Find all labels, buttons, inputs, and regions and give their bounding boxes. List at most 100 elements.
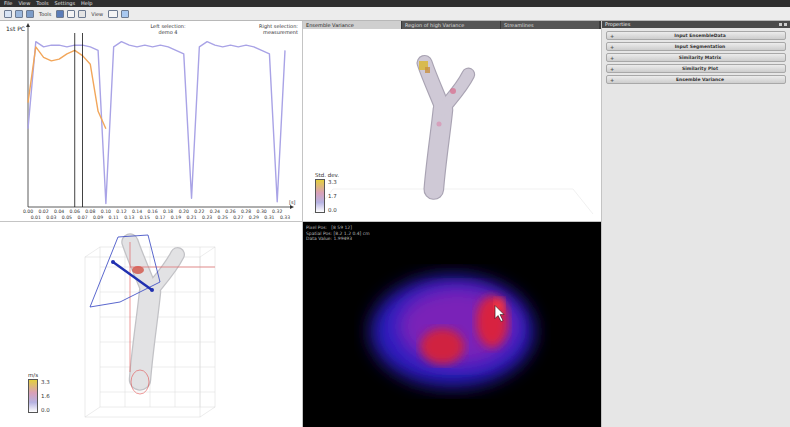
- expand-icon[interactable]: +: [610, 66, 615, 72]
- layout-icon[interactable]: [78, 10, 86, 18]
- x-tick: 0.26: [225, 209, 235, 214]
- x-tick: 0.08: [85, 209, 95, 214]
- x-tick: 0.13: [124, 215, 134, 220]
- property-section[interactable]: +Input EnsembleData: [606, 31, 786, 40]
- property-section[interactable]: +Similarity Matrix: [606, 53, 786, 62]
- y-axis-label: 1st PC: [6, 25, 25, 32]
- menu-item[interactable]: View: [18, 0, 30, 7]
- properties-header: Properties: [602, 21, 790, 28]
- right-selection-name: measurement: [263, 29, 298, 35]
- arrows-icon[interactable]: [108, 10, 118, 18]
- plane-handle[interactable]: [113, 262, 152, 290]
- info-line: Spatial Pos: [8.2 1.2 0.4] cm: [306, 231, 370, 237]
- expand-icon[interactable]: +: [610, 44, 615, 50]
- x-tick: 0.32: [272, 209, 282, 214]
- legend-tick: 1.6: [41, 393, 50, 399]
- red-ring: [131, 370, 149, 394]
- menu-item[interactable]: Settings: [55, 0, 76, 7]
- x-tick: 0.28: [241, 209, 251, 214]
- pc-chart[interactable]: 1st PCLeft selection:demo 4Right selecti…: [0, 21, 302, 221]
- x-tick: 0.03: [46, 215, 56, 220]
- red-axis: [130, 242, 131, 372]
- legend-title: Std. dev.: [315, 172, 339, 178]
- x-tick: 0.18: [163, 209, 173, 214]
- legend-title: m/s: [28, 372, 50, 378]
- expand-icon[interactable]: +: [610, 55, 615, 61]
- x-tick: 0.17: [155, 215, 165, 220]
- variance-panel: Ensemble VarianceRegion of high Variance…: [303, 21, 601, 221]
- x-tick: 0.07: [77, 215, 87, 220]
- x-tick: 0.23: [202, 215, 212, 220]
- variance-canvas[interactable]: [303, 29, 601, 221]
- cursor-icon: [495, 306, 504, 322]
- x-axis-arrow-icon: [290, 205, 294, 209]
- property-section[interactable]: +Ensemble Variance: [606, 75, 786, 84]
- new-icon[interactable]: [4, 10, 12, 18]
- x-tick: 0.06: [70, 209, 80, 214]
- toolbar: ToolsView: [0, 7, 790, 21]
- expand-icon[interactable]: +: [610, 77, 615, 83]
- x-tick: 0.16: [147, 209, 157, 214]
- property-section[interactable]: +Similarity Plot: [606, 64, 786, 73]
- legend-tick: 3.3: [41, 379, 50, 385]
- x-tick: 0.12: [116, 209, 126, 214]
- y-axis: [28, 26, 29, 207]
- x-tick: 0.31: [264, 215, 274, 220]
- view-tab[interactable]: Ensemble Variance: [303, 21, 401, 29]
- app-window: FileViewToolsSettingsHelpToolsView1st PC…: [0, 0, 790, 427]
- handle-dot-icon[interactable]: [111, 260, 115, 264]
- legend-tick: 3.3: [328, 179, 337, 185]
- x-tick: 0.02: [38, 209, 48, 214]
- close-icon[interactable]: [784, 23, 787, 26]
- vessel-model[interactable]: [425, 63, 469, 190]
- expand-icon[interactable]: +: [610, 33, 615, 39]
- view-icon[interactable]: [121, 10, 129, 18]
- legend-tick: 0.0: [41, 407, 50, 413]
- float-icon[interactable]: [779, 23, 782, 26]
- plane-outline[interactable]: [90, 235, 160, 307]
- x-tick: 0.00: [23, 209, 33, 214]
- chart-series[interactable]: [28, 47, 106, 129]
- properties-panel: Properties +Input EnsembleData +Input Segm…: [602, 21, 790, 427]
- high-variance-patch: [425, 67, 430, 73]
- save-icon[interactable]: [26, 10, 34, 18]
- open-icon[interactable]: [15, 10, 23, 18]
- menu-item[interactable]: Help: [81, 0, 92, 7]
- slice-view[interactable]: Pixel Pos: [8 59 12]Spatial Pos: [8.2 1.…: [303, 222, 601, 427]
- bounding-box: [313, 189, 593, 214]
- toolbar-label: Tools: [37, 11, 53, 17]
- heatmap[interactable]: [303, 222, 601, 427]
- color-bar: [28, 379, 38, 413]
- x-tick: 0.20: [179, 209, 189, 214]
- red-axis: [130, 267, 215, 268]
- selection-line[interactable]: [82, 33, 83, 207]
- info-line: Pixel Pos: [8 59 12]: [306, 225, 370, 231]
- x-tick: 0.15: [140, 215, 150, 220]
- x-tick: 0.09: [93, 215, 103, 220]
- view-tab[interactable]: Streamlines: [501, 21, 599, 29]
- heat-blob: [420, 328, 464, 364]
- x-tick: 0.27: [233, 215, 243, 220]
- menu-item[interactable]: Tools: [36, 0, 48, 7]
- select-icon[interactable]: [56, 10, 64, 18]
- grid-icon[interactable]: [67, 10, 75, 18]
- velocity-3d-view[interactable]: m/s3.3 1.6 0.0: [0, 222, 302, 427]
- selection-line[interactable]: [74, 33, 75, 207]
- view-tab[interactable]: Region of high Variance: [402, 21, 500, 29]
- x-tick: 0.29: [249, 215, 259, 220]
- x-tick: 0.11: [109, 215, 119, 220]
- x-tick: 0.24: [210, 209, 220, 214]
- variance-spot: [450, 88, 456, 94]
- property-section[interactable]: +Input Segmentation: [606, 42, 786, 51]
- x-tick: 0.25: [218, 215, 228, 220]
- heat-blob: [398, 287, 517, 367]
- chart-series[interactable]: [28, 42, 285, 204]
- left-selection-name: demo 4: [159, 29, 178, 35]
- legend-tick: 1.7: [328, 193, 337, 199]
- handle-dot-icon[interactable]: [150, 288, 154, 292]
- menu-bar: File View Tools Settings Help: [0, 0, 790, 7]
- info-line: Data Value: 1.99493: [306, 236, 370, 242]
- vessel-model[interactable]: [130, 242, 178, 380]
- x-tick: 0.01: [31, 215, 41, 220]
- menu-item[interactable]: File: [4, 0, 12, 7]
